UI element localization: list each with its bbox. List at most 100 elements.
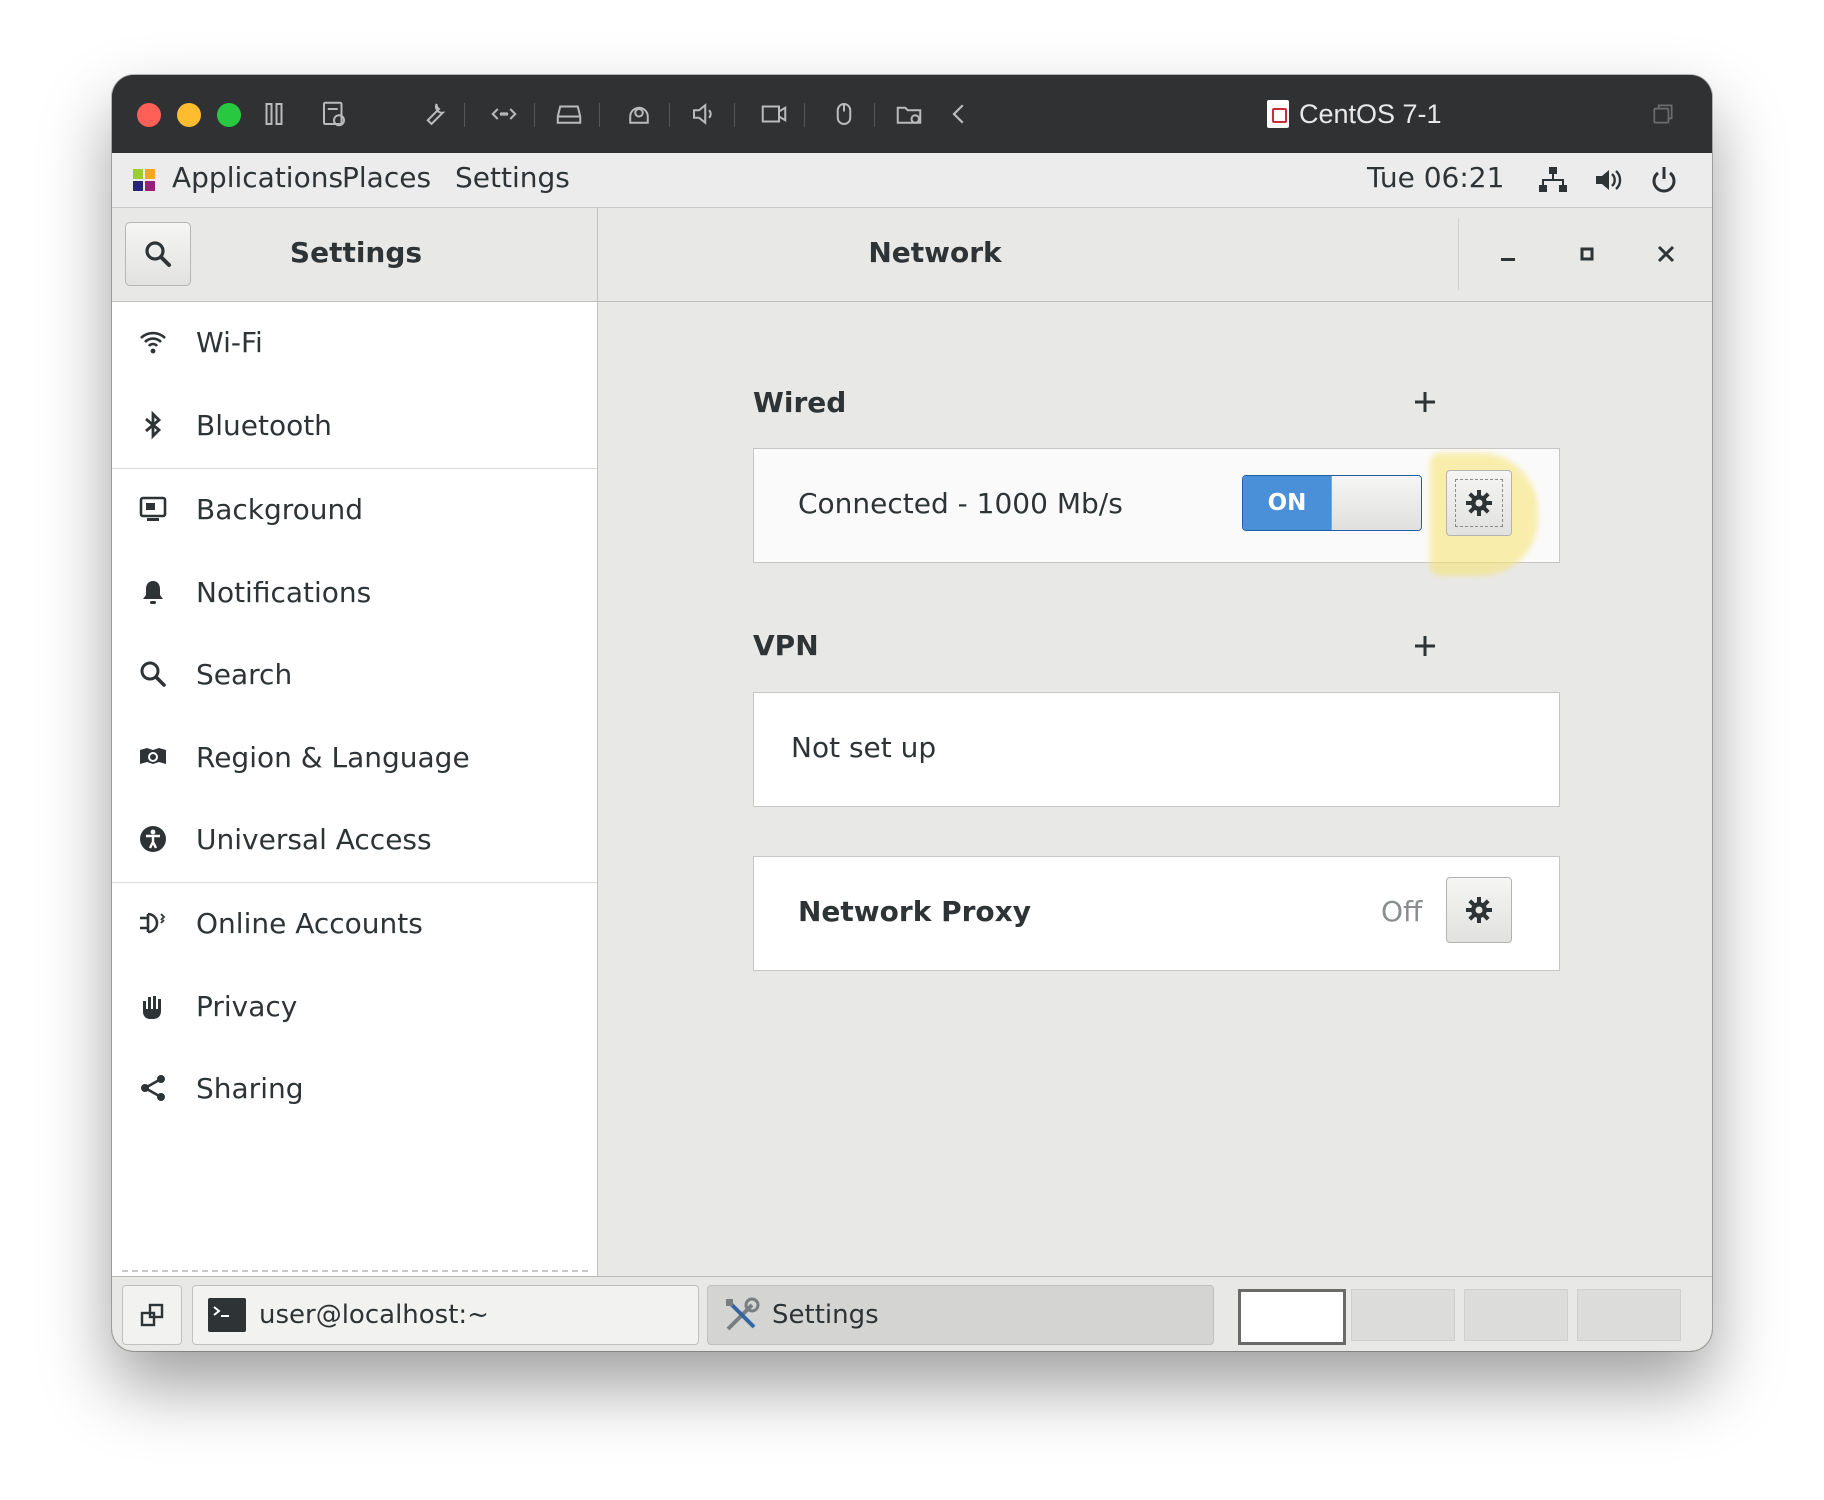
sidebar-item-label: Privacy bbox=[196, 989, 298, 1023]
code-arrows-icon[interactable] bbox=[487, 97, 521, 131]
sidebar-item-label: Background bbox=[196, 492, 364, 526]
applications-label: Applications bbox=[172, 161, 344, 194]
vm-document-icon bbox=[1267, 100, 1289, 128]
wifi-icon bbox=[140, 331, 166, 354]
sidebar-item-background[interactable]: Background bbox=[112, 469, 597, 549]
shared-folder-icon[interactable] bbox=[892, 97, 926, 131]
show-desktop-button[interactable] bbox=[122, 1285, 182, 1345]
toggle-on-label: ON bbox=[1243, 476, 1331, 530]
sidebar-item-label: Sharing bbox=[196, 1071, 304, 1105]
snapshot-icon[interactable] bbox=[317, 97, 351, 131]
sidebar-item-search[interactable]: Search bbox=[112, 634, 597, 714]
wired-section-title: Wired bbox=[753, 386, 847, 419]
sidebar-item-wifi[interactable]: Wi-Fi bbox=[112, 302, 597, 382]
add-vpn-icon[interactable] bbox=[1410, 631, 1440, 661]
places-label: Places bbox=[342, 161, 432, 194]
taskbar-settings-label: Settings bbox=[772, 1300, 879, 1330]
sidebar-item-notifications[interactable]: Notifications bbox=[112, 552, 597, 632]
wired-status: Connected - 1000 Mb/s bbox=[798, 487, 1123, 520]
wrench-icon[interactable] bbox=[417, 97, 451, 131]
sidebar-item-universal-access[interactable]: Universal Access bbox=[112, 799, 597, 879]
sidebar-item-label: Search bbox=[196, 657, 293, 691]
toggle-knob[interactable] bbox=[1331, 476, 1421, 530]
applications-menu[interactable]: Applications bbox=[172, 161, 343, 194]
vm-titlebar: CentOS 7-1 bbox=[112, 75, 1712, 153]
search-button[interactable] bbox=[125, 222, 191, 286]
workspace-1[interactable] bbox=[1238, 1289, 1346, 1345]
workspace-3[interactable] bbox=[1464, 1289, 1568, 1341]
wired-settings-button[interactable] bbox=[1446, 470, 1512, 536]
settings-sidebar: Wi-Fi Bluetooth Background Notifications… bbox=[112, 302, 598, 1276]
proxy-card[interactable]: Network Proxy Off bbox=[753, 856, 1560, 971]
sidebar-item-region-language[interactable]: Region & Language bbox=[112, 717, 597, 797]
show-desktop-icon bbox=[140, 1303, 164, 1327]
background-icon bbox=[139, 496, 167, 521]
zoom-window-button[interactable] bbox=[217, 103, 241, 127]
sidebar-item-sharing[interactable]: Sharing bbox=[112, 1048, 597, 1128]
header-separator bbox=[1458, 218, 1459, 290]
sidebar-item-label: Wi-Fi bbox=[196, 325, 263, 359]
sidebar-item-label: Notifications bbox=[196, 575, 372, 609]
volume-icon[interactable] bbox=[1592, 164, 1624, 196]
wired-toggle[interactable]: ON bbox=[1242, 475, 1422, 531]
mouse-icon[interactable] bbox=[827, 97, 861, 131]
workspace-2[interactable] bbox=[1351, 1289, 1455, 1341]
power-icon[interactable] bbox=[1648, 164, 1680, 196]
settings-headerbar: Settings Network bbox=[112, 208, 1712, 303]
proxy-title: Network Proxy bbox=[798, 895, 1031, 928]
restore-icon[interactable] bbox=[1650, 101, 1676, 127]
pause-icon[interactable] bbox=[257, 97, 291, 131]
panel-title: Network bbox=[868, 236, 1002, 269]
vpn-status: Not set up bbox=[791, 731, 937, 764]
vm-window: CentOS 7-1 Applications Places Settings … bbox=[112, 75, 1712, 1351]
taskbar-terminal[interactable]: user@localhost:~ bbox=[192, 1285, 699, 1345]
bell-icon bbox=[143, 581, 163, 604]
network-wired-icon[interactable] bbox=[1537, 164, 1569, 196]
hand-icon bbox=[143, 996, 161, 1019]
accessibility-icon bbox=[140, 826, 166, 852]
taskbar-settings[interactable]: Settings bbox=[707, 1285, 1214, 1345]
workspace-4[interactable] bbox=[1577, 1289, 1681, 1341]
chevron-left-icon[interactable] bbox=[942, 97, 976, 131]
vpn-section-title: VPN bbox=[753, 629, 819, 662]
region-icon bbox=[140, 748, 166, 764]
search-icon bbox=[140, 661, 166, 687]
speaker-icon[interactable] bbox=[687, 97, 721, 131]
clock[interactable]: Tue 06:21 bbox=[1367, 161, 1504, 194]
sidebar-item-online-accounts[interactable]: Online Accounts bbox=[112, 883, 597, 963]
proxy-status: Off bbox=[1381, 895, 1423, 928]
settings-menu[interactable]: Settings bbox=[455, 161, 570, 194]
gnome-topbar: Applications Places Settings Tue 06:21 bbox=[112, 153, 1712, 208]
sidebar-scroll-edge bbox=[122, 1270, 588, 1272]
places-menu[interactable]: Places bbox=[342, 161, 431, 194]
sidebar-item-bluetooth[interactable]: Bluetooth bbox=[112, 385, 597, 465]
minimize-window-button[interactable] bbox=[177, 103, 201, 127]
online-accounts-icon bbox=[140, 912, 166, 934]
sidebar-item-privacy[interactable]: Privacy bbox=[112, 966, 597, 1046]
terminal-icon bbox=[208, 1298, 246, 1332]
search-icon bbox=[145, 241, 171, 267]
settings-label: Settings bbox=[455, 161, 570, 194]
sidebar-item-label: Region & Language bbox=[196, 740, 470, 774]
window-list-taskbar: user@localhost:~ Settings bbox=[112, 1276, 1712, 1351]
hard-drive-icon[interactable] bbox=[552, 97, 586, 131]
close-button[interactable] bbox=[1648, 236, 1684, 272]
close-window-button[interactable] bbox=[137, 103, 161, 127]
settings-title: Settings bbox=[289, 236, 423, 269]
vm-title-text: CentOS 7-1 bbox=[1299, 98, 1442, 129]
vm-title: CentOS 7-1 bbox=[1267, 93, 1442, 135]
sidebar-item-label: Universal Access bbox=[196, 822, 432, 856]
vpn-card: Not set up bbox=[753, 692, 1560, 807]
maximize-button[interactable] bbox=[1569, 236, 1605, 272]
add-wired-icon[interactable] bbox=[1410, 387, 1440, 417]
camera-icon[interactable] bbox=[757, 97, 791, 131]
centos-logo-icon bbox=[133, 169, 155, 191]
settings-tools-icon bbox=[726, 1297, 760, 1331]
bluetooth-icon bbox=[145, 410, 162, 440]
gear-icon bbox=[1466, 897, 1492, 923]
minimize-button[interactable] bbox=[1490, 236, 1526, 272]
sidebar-item-label: Online Accounts bbox=[196, 906, 423, 940]
proxy-settings-button[interactable] bbox=[1446, 877, 1512, 943]
webcam-icon[interactable] bbox=[622, 97, 656, 131]
share-icon bbox=[141, 1075, 165, 1101]
